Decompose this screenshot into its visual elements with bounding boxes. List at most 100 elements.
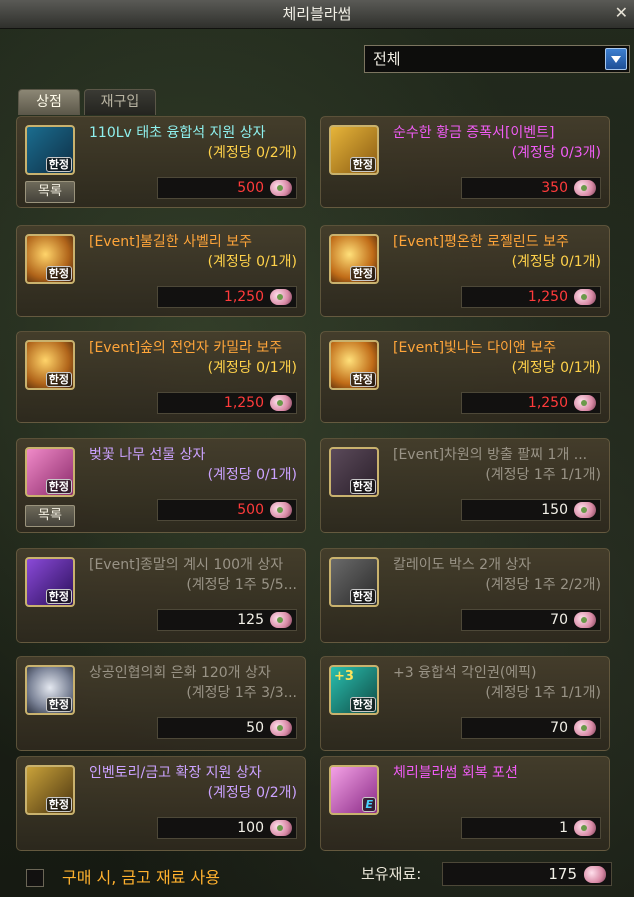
item-card[interactable]: 한정 [Event]빛나는 다이앤 보주 (계정당 0/1개) 1,250 <box>320 331 610 423</box>
cherry-currency-icon <box>270 612 292 628</box>
cherry-currency-icon <box>270 502 292 518</box>
item-price: 500 <box>237 180 264 196</box>
item-limit: (계정당 0/1개) <box>511 360 601 376</box>
limited-badge: 한정 <box>45 266 72 281</box>
item-name: [Event]종말의 계시 100개 상자 <box>89 557 284 573</box>
coin-icon: 한정 <box>25 665 75 715</box>
engrave-ticket-icon: +3 한정 <box>329 665 379 715</box>
limited-badge: 한정 <box>349 589 376 604</box>
scroll-icon: 한정 <box>329 125 379 175</box>
item-card[interactable]: +3 한정 +3 융합석 각인권(에픽) (계정당 1주 1/1개) 70 <box>320 656 610 751</box>
chevron-down-icon[interactable] <box>605 48 627 70</box>
limited-badge: 한정 <box>45 797 72 812</box>
item-price: 500 <box>237 502 264 518</box>
close-icon[interactable]: ✕ <box>615 3 628 23</box>
item-price: 1,250 <box>527 395 568 411</box>
item-card[interactable]: 한정 [Event]숲의 전언자 카밀라 보주 (계정당 0/1개) 1,250 <box>16 331 306 423</box>
price-box: 1,250 <box>461 392 601 414</box>
item-card[interactable]: 한정 [Event]차원의 방출 팔찌 1개 ... (계정당 1주 1/1개)… <box>320 438 610 533</box>
window-title: 체리블라썸 <box>282 5 352 23</box>
box-icon: 한정 <box>25 125 75 175</box>
tab-rebuy[interactable]: 재구입 <box>84 89 156 115</box>
limited-badge: 한정 <box>45 372 72 387</box>
item-price: 50 <box>246 720 264 736</box>
gift-box-icon: 한정 <box>25 447 75 497</box>
item-name: 벚꽃 나무 선물 상자 <box>89 447 206 463</box>
limited-badge: 한정 <box>45 479 72 494</box>
price-box: 1,250 <box>461 286 601 308</box>
orb-icon: 한정 <box>329 340 379 390</box>
list-button[interactable]: 목록 <box>25 505 75 527</box>
bracelet-icon: 한정 <box>329 447 379 497</box>
cherry-currency-icon <box>270 289 292 305</box>
price-box: 70 <box>461 609 601 631</box>
item-card[interactable]: 한정 상공인협의회 은화 120개 상자 (계정당 1주 3/3... 50 <box>16 656 306 751</box>
cherry-currency-icon <box>574 502 596 518</box>
use-vault-checkbox[interactable] <box>26 869 44 887</box>
item-card[interactable]: 한정 목록 벚꽃 나무 선물 상자 (계정당 0/1개) 500 <box>16 438 306 533</box>
item-card[interactable]: 한정 칼레이도 박스 2개 상자 (계정당 1주 2/2개) 70 <box>320 548 610 643</box>
price-box: 100 <box>157 817 297 839</box>
price-box: 500 <box>157 177 297 199</box>
cherry-currency-icon <box>574 289 596 305</box>
limited-badge: 한정 <box>45 697 72 712</box>
item-price: 1,250 <box>527 289 568 305</box>
orb-icon: 한정 <box>25 340 75 390</box>
item-limit: (계정당 0/1개) <box>207 467 297 483</box>
limited-badge: 한정 <box>45 157 72 172</box>
item-card[interactable]: 한정 목록 110Lv 태초 융합석 지원 상자 (계정당 0/2개) 500 <box>16 116 306 208</box>
cherry-currency-icon <box>574 820 596 836</box>
item-limit: (계정당 0/3개) <box>511 145 601 161</box>
item-limit: (계정당 0/2개) <box>207 145 297 161</box>
item-limit: (계정당 0/1개) <box>207 360 297 376</box>
item-price: 1,250 <box>223 289 264 305</box>
item-limit: (계정당 0/1개) <box>511 254 601 270</box>
item-price: 100 <box>237 820 264 836</box>
item-price: 70 <box>550 612 568 628</box>
cherry-currency-icon <box>270 395 292 411</box>
price-box: 70 <box>461 717 601 739</box>
item-card[interactable]: E 체리블라썸 회복 포션 1 <box>320 756 610 851</box>
epic-badge: E <box>362 797 376 812</box>
item-name: 인벤토리/금고 확장 지원 상자 <box>89 765 262 781</box>
owned-materials-box: 175 <box>442 862 612 886</box>
potion-icon: E <box>329 765 379 815</box>
limited-badge: 한정 <box>349 266 376 281</box>
price-box: 125 <box>157 609 297 631</box>
item-name: [Event]평온한 로젤린드 보주 <box>393 234 569 250</box>
price-box: 1,250 <box>157 392 297 414</box>
limited-badge: 한정 <box>349 697 376 712</box>
item-card[interactable]: 한정 [Event]불길한 사벨리 보주 (계정당 0/1개) 1,250 <box>16 225 306 317</box>
limited-badge: 한정 <box>45 589 72 604</box>
window-titlebar[interactable]: 체리블라썸 ✕ <box>0 0 634 29</box>
item-name: 110Lv 태초 융합석 지원 상자 <box>89 125 266 141</box>
list-button[interactable]: 목록 <box>25 181 75 203</box>
item-card[interactable]: 한정 [Event]평온한 로젤린드 보주 (계정당 0/1개) 1,250 <box>320 225 610 317</box>
item-name: [Event]숲의 전언자 카밀라 보주 <box>89 340 283 356</box>
cherry-currency-icon <box>574 720 596 736</box>
item-price: 125 <box>237 612 264 628</box>
price-box: 350 <box>461 177 601 199</box>
item-name: [Event]빛나는 다이앤 보주 <box>393 340 556 356</box>
item-price: 1,250 <box>223 395 264 411</box>
limited-badge: 한정 <box>349 479 376 494</box>
item-limit: (계정당 1주 2/2개) <box>485 577 601 593</box>
item-name: 순수한 황금 증폭서[이벤트] <box>393 125 555 141</box>
item-price: 150 <box>541 502 568 518</box>
cherry-currency-icon <box>574 612 596 628</box>
cherry-currency-icon <box>270 720 292 736</box>
price-box: 500 <box>157 499 297 521</box>
item-card[interactable]: 한정 인벤토리/금고 확장 지원 상자 (계정당 0/2개) 100 <box>16 756 306 851</box>
item-card[interactable]: 한정 순수한 황금 증폭서[이벤트] (계정당 0/3개) 350 <box>320 116 610 208</box>
tab-shop[interactable]: 상점 <box>18 89 80 115</box>
filter-value: 전체 <box>373 50 401 68</box>
owned-materials-value: 175 <box>548 865 577 883</box>
item-card[interactable]: 한정 [Event]종말의 계시 100개 상자 (계정당 1주 5/5... … <box>16 548 306 643</box>
kaleido-box-icon: 한정 <box>329 557 379 607</box>
price-box: 1,250 <box>157 286 297 308</box>
item-name: [Event]차원의 방출 팔찌 1개 ... <box>393 447 588 463</box>
item-limit: (계정당 1주 5/5... <box>186 577 297 593</box>
filter-dropdown[interactable]: 전체 <box>364 45 630 73</box>
owned-materials-label: 보유재료: <box>361 865 422 883</box>
item-name: [Event]불길한 사벨리 보주 <box>89 234 252 250</box>
